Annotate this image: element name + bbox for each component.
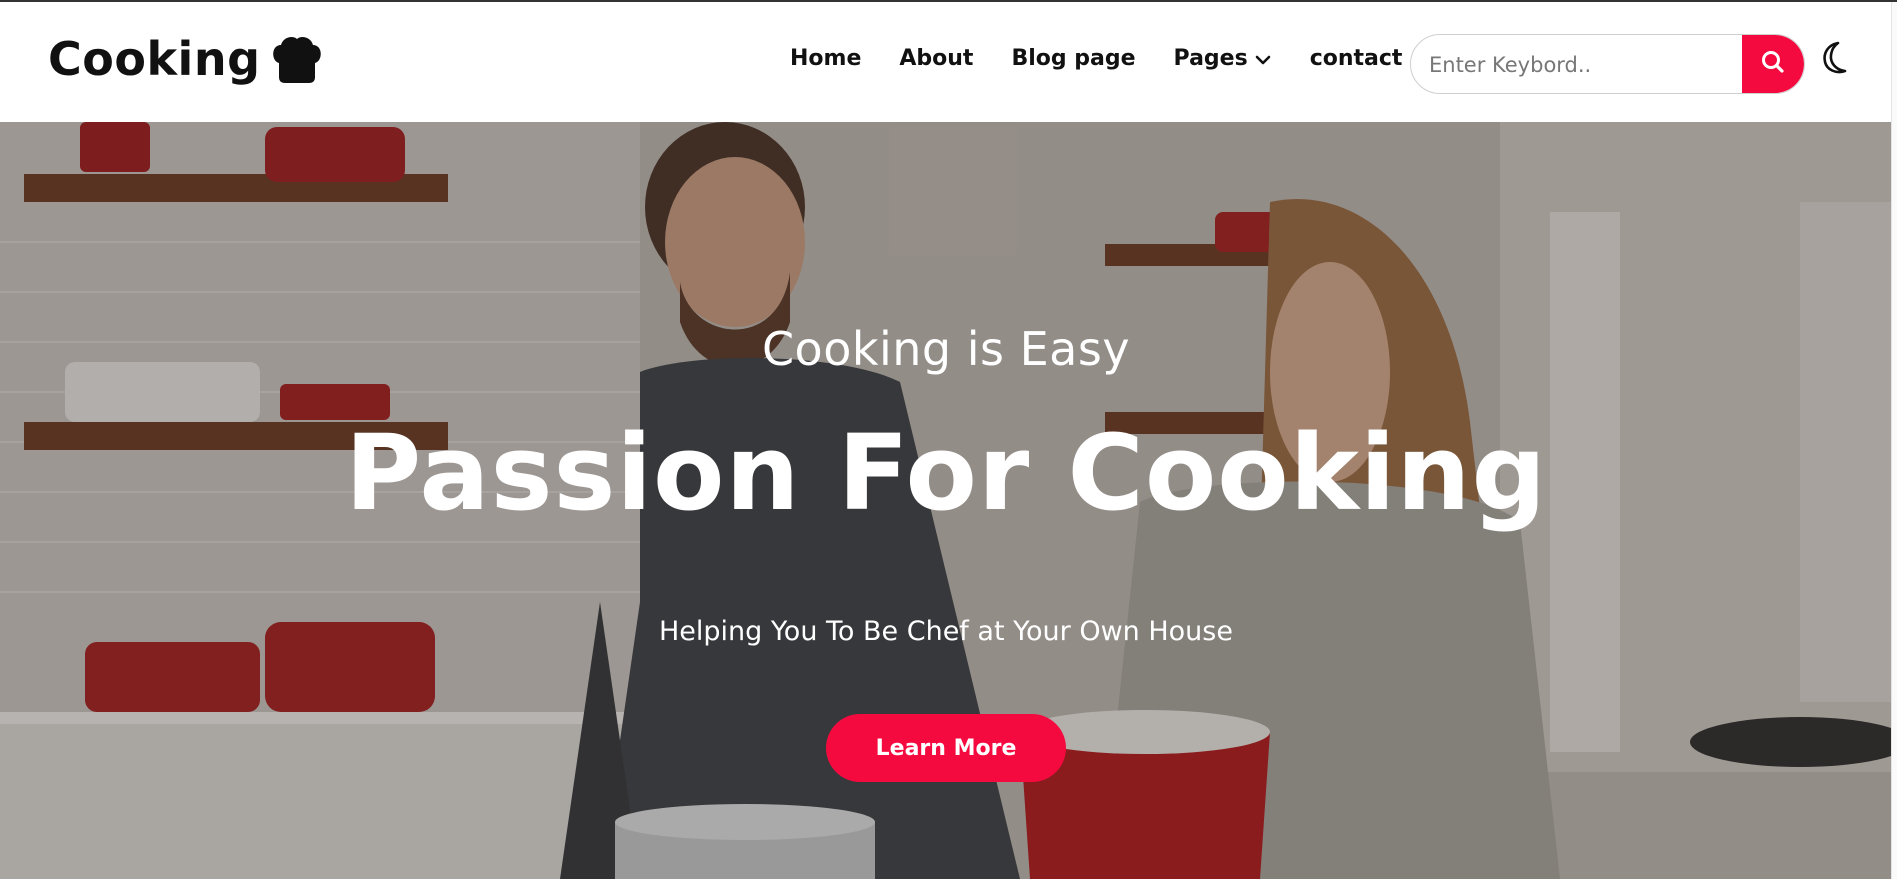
chef-hat-icon <box>269 33 325 85</box>
search-box <box>1410 34 1805 94</box>
nav-pages-dropdown[interactable]: Pages <box>1174 46 1272 71</box>
nav-pages-label: Pages <box>1173 46 1248 71</box>
search-input[interactable] <box>1427 35 1731 93</box>
hero-section: Cooking is Easy Passion For Cooking Help… <box>0 122 1892 879</box>
logo-text: Cooking <box>48 32 261 86</box>
nav-home-label: Home <box>790 46 862 71</box>
window-top-border <box>0 0 1897 2</box>
learn-more-button[interactable]: Learn More <box>826 714 1066 782</box>
nav-contact[interactable]: contact <box>1310 46 1403 71</box>
search-button[interactable] <box>1742 35 1804 93</box>
nav-about-label: About <box>899 46 974 71</box>
logo[interactable]: Cooking <box>48 32 325 86</box>
hero-subtitle: Cooking is Easy <box>761 322 1131 376</box>
nav-blog-page-label: Blog page <box>1011 46 1136 71</box>
nav-contact-label: contact <box>1309 46 1403 71</box>
page: Cooking Home About Blog page Pages conta… <box>0 0 1897 879</box>
nav-home[interactable]: Home <box>790 46 861 71</box>
window-right-edge <box>1891 0 1897 879</box>
site-header: Cooking Home About Blog page Pages conta… <box>0 2 1892 122</box>
hero-title: Passion For Cooking <box>344 412 1548 534</box>
chevron-down-icon <box>1254 50 1272 68</box>
main-nav: Home About Blog page Pages contact <box>790 46 1402 71</box>
nav-about[interactable]: About <box>899 46 973 71</box>
hero-tagline: Helping You To Be Chef at Your Own House <box>659 616 1233 647</box>
nav-blog-page[interactable]: Blog page <box>1011 46 1135 71</box>
moon-icon[interactable] <box>1818 40 1850 76</box>
search-icon <box>1760 49 1786 79</box>
